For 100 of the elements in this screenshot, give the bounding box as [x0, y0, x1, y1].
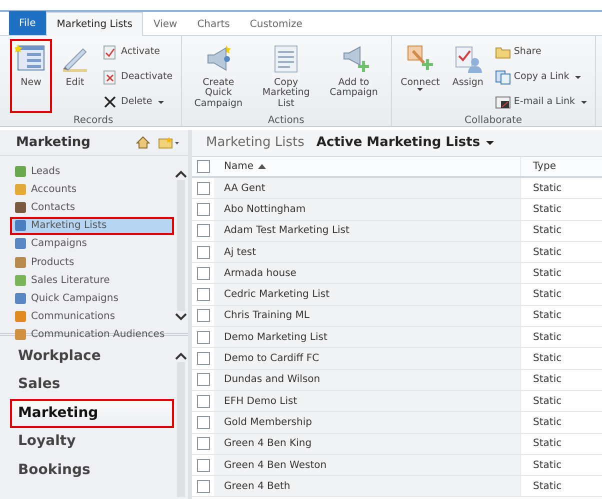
table-cell: Demo to Cardiff FC: [214, 348, 520, 369]
table-cell: Static: [520, 220, 602, 241]
table-cell: Gold Membership: [214, 412, 520, 433]
nav-title: Marketing: [16, 134, 92, 152]
checkbox[interactable]: [196, 160, 210, 173]
group-label: Actions: [266, 114, 306, 128]
checkbox[interactable]: [196, 480, 210, 493]
table-cell: Static: [520, 284, 602, 305]
nav-area[interactable]: Bookings: [10, 456, 174, 484]
file-tab[interactable]: File: [9, 11, 46, 35]
square-icon: [14, 274, 27, 287]
table-cell: Dundas and Wilson: [214, 370, 520, 390]
nav-area[interactable]: Loyalty: [10, 428, 174, 456]
table-cell: Chris Training ML: [214, 306, 520, 326]
chevron-down-icon[interactable]: [175, 313, 187, 321]
ribbon-button[interactable]: Activate: [98, 41, 177, 63]
checkbox[interactable]: [196, 266, 210, 280]
column-header[interactable]: Name: [214, 157, 520, 176]
checkbox[interactable]: [196, 330, 210, 344]
ribbon-tab[interactable]: Customize: [240, 13, 312, 35]
ribbon-button[interactable]: Delete: [98, 91, 177, 113]
checkbox[interactable]: [196, 246, 210, 259]
nav-item[interactable]: Communication Audiences: [10, 326, 174, 344]
table-cell: Static: [520, 348, 602, 369]
table-cell: Static: [520, 454, 602, 476]
checkbox[interactable]: [196, 437, 210, 450]
ribbon-tab[interactable]: Charts: [187, 13, 240, 35]
ribbon-button[interactable]: Edit: [54, 39, 96, 113]
table-cell: Static: [520, 199, 602, 220]
table-cell: Static: [520, 178, 602, 198]
home-icon[interactable]: [136, 136, 150, 149]
ribbon-tab[interactable]: Marketing Lists: [46, 12, 144, 36]
ribbon-button[interactable]: Share: [490, 41, 591, 63]
checkbox[interactable]: [196, 352, 210, 366]
checkbox[interactable]: [196, 182, 210, 195]
email-icon: [494, 94, 511, 110]
checkbox[interactable]: [196, 309, 210, 322]
nav-item[interactable]: Products: [10, 252, 174, 272]
table-cell: Demo Marketing List: [214, 327, 520, 348]
ribbon-button[interactable]: Deactivate: [98, 66, 177, 88]
checkbox[interactable]: [196, 224, 210, 238]
chevron-up-icon[interactable]: [175, 352, 187, 360]
view-selector[interactable]: Active Marketing Lists: [316, 133, 494, 153]
delete-icon: [102, 94, 118, 110]
ribbon-button[interactable]: Copy a Link: [490, 66, 591, 88]
nav-item[interactable]: Leads: [10, 162, 174, 180]
square-icon: [14, 219, 27, 232]
square-icon: [14, 310, 27, 324]
ribbon-button[interactable]: Add to Campaign: [320, 39, 387, 114]
square-icon: [14, 328, 27, 342]
table-cell: Static: [520, 412, 602, 433]
table-cell: Static: [520, 476, 602, 496]
nav-item[interactable]: Sales Literature: [10, 271, 174, 290]
ribbon-button[interactable]: Assign: [446, 39, 489, 113]
nav-item[interactable]: Communications: [10, 308, 174, 326]
caret-icon: [486, 141, 494, 145]
ribbon-button[interactable]: New: [10, 39, 52, 113]
nav-item[interactable]: Accounts: [10, 180, 174, 198]
folder-star-icon[interactable]: [158, 136, 180, 149]
entity-title: Marketing Lists: [206, 134, 304, 152]
nav-area[interactable]: Workplace: [10, 342, 174, 370]
checkbox[interactable]: [196, 288, 210, 302]
checkbox[interactable]: [196, 394, 210, 408]
table-cell: Green 4 Beth: [214, 476, 520, 496]
group-label: Collaborate: [464, 114, 524, 128]
copy-link-icon: [494, 69, 511, 85]
table-cell: Static: [520, 263, 602, 284]
chevron-up-icon[interactable]: [175, 170, 187, 178]
clipboard-icon: [102, 69, 118, 85]
table-cell: Static: [520, 390, 602, 412]
nav-item[interactable]: Quick Campaigns: [10, 289, 174, 308]
ribbon-button[interactable]: E-mail a Link: [490, 91, 591, 113]
nav-item[interactable]: Marketing Lists: [10, 216, 174, 235]
ribbon-button[interactable]: Connect: [396, 39, 445, 113]
table-cell: Abo Nottingham: [214, 199, 520, 220]
checkbox[interactable]: [196, 458, 210, 472]
checkbox[interactable]: [196, 373, 210, 386]
table-cell: Cedric Marketing List: [214, 284, 520, 305]
nav-item[interactable]: Contacts: [10, 198, 174, 217]
square-icon: [14, 182, 27, 196]
nav-item[interactable]: Campaigns: [10, 234, 174, 253]
ribbon-button[interactable]: Copy Marketing List: [253, 39, 319, 114]
table-cell: EFH Demo List: [214, 390, 520, 412]
column-header[interactable]: Type: [520, 157, 602, 176]
ribbon-button[interactable]: Create Quick Campaign: [186, 39, 252, 114]
nav-area[interactable]: Sales: [10, 370, 174, 399]
checkbox[interactable]: [196, 416, 210, 429]
ribbon-tab[interactable]: View: [143, 13, 188, 35]
square-icon: [14, 292, 27, 305]
table-cell: Green 4 Ben Weston: [214, 454, 520, 476]
table-cell: Static: [520, 370, 602, 390]
table-cell: Static: [520, 242, 602, 262]
table-cell: Static: [520, 327, 602, 348]
table-cell: Static: [520, 434, 602, 454]
nav-area[interactable]: Marketing: [10, 399, 174, 428]
table-cell: Adam Test Marketing List: [214, 220, 520, 241]
square-icon: [14, 237, 27, 250]
checkbox[interactable]: [196, 202, 210, 216]
clipboard-check-icon: [102, 44, 118, 60]
table-cell: Static: [520, 306, 602, 326]
